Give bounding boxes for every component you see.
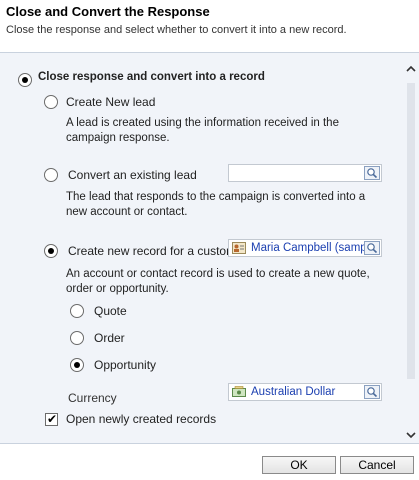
create-new-record-description: An account or contact record is used to … (66, 268, 370, 295)
main-option-radio[interactable] (18, 73, 32, 87)
customer-lookup-value[interactable]: Maria Campbell (sample) (251, 242, 379, 254)
opportunity-label: Opportunity (94, 358, 157, 372)
open-records-checkbox[interactable]: ✔ (45, 412, 58, 426)
currency-lookup[interactable]: Australian Dollar (228, 383, 382, 401)
create-lead-label: Create New lead (66, 95, 156, 109)
dialog-content: Close response and convert into a record… (0, 52, 419, 444)
existing-lead-lookup[interactable] (228, 164, 382, 182)
opportunity-radio[interactable] (70, 358, 84, 372)
order-label: Order (94, 331, 125, 345)
order-radio[interactable] (70, 331, 84, 345)
currency-icon (232, 386, 246, 398)
chevron-up-icon[interactable] (403, 63, 419, 77)
dialog-subtitle: Close the response and select whether to… (6, 24, 347, 36)
convert-existing-radio[interactable] (44, 168, 58, 182)
contact-card-icon (232, 242, 246, 254)
create-lead-radio[interactable] (44, 95, 58, 109)
checkmark-icon: ✔ (47, 412, 58, 426)
create-new-record-label: Create new record for a customer (68, 244, 247, 258)
open-records-label: Open newly created records (66, 412, 217, 426)
dialog-title: Close and Convert the Response (6, 4, 210, 19)
ok-button[interactable]: OK (262, 456, 336, 474)
cancel-button[interactable]: Cancel (340, 456, 414, 474)
main-option-label: Close response and convert into a record (38, 71, 265, 83)
currency-value[interactable]: Australian Dollar (251, 386, 335, 398)
create-new-record-radio[interactable] (44, 244, 58, 258)
vertical-scrollbar[interactable] (403, 63, 419, 443)
scrollbar-thumb[interactable] (407, 83, 415, 379)
customer-lookup[interactable]: Maria Campbell (sample) (228, 239, 382, 257)
chevron-down-icon[interactable] (403, 429, 419, 443)
dialog-header: Close and Convert the Response Close the… (0, 0, 419, 52)
create-lead-description: A lead is created using the information … (66, 117, 339, 144)
quote-radio[interactable] (70, 304, 84, 318)
quote-label: Quote (94, 304, 127, 318)
currency-label: Currency (68, 391, 117, 405)
magnifier-lookup-icon[interactable] (364, 241, 380, 255)
convert-existing-label: Convert an existing lead (68, 168, 197, 182)
magnifier-lookup-icon[interactable] (364, 385, 380, 399)
convert-existing-description: The lead that responds to the campaign i… (66, 191, 366, 218)
magnifier-lookup-icon[interactable] (364, 166, 380, 180)
dialog-footer: OK Cancel (0, 444, 419, 480)
